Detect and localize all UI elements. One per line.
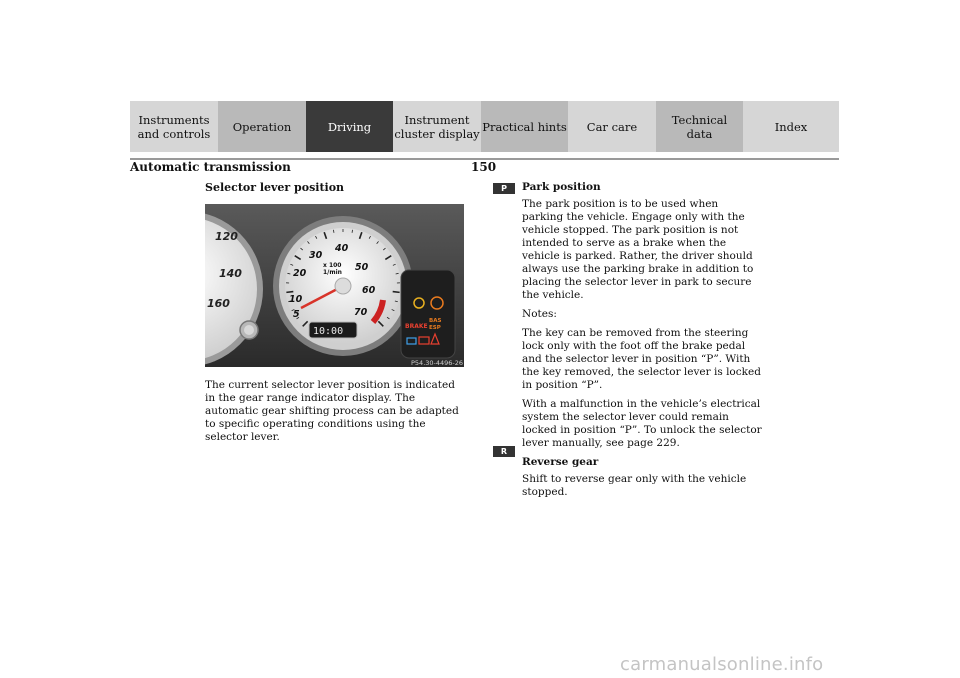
trip-reset-knob-center [244,325,254,335]
tach-unit-bottom: 1/min [323,269,342,276]
speedo-label-140: 140 [219,267,242,280]
tach-label-10: 10 [289,294,303,305]
speedo-label-120: 120 [215,230,238,243]
tach-label-20: 20 [293,268,307,279]
brake-label: BRAKE [405,323,428,330]
park-description: The park position is to be used when par… [522,198,754,301]
page-number: 150 [471,160,497,174]
note-key-removal: The key can be removed from the steering… [522,327,761,391]
tach-label-50: 50 [355,262,369,273]
reverse-description: Shift to reverse gear only with the vehi… [522,473,747,498]
tab-operation[interactable]: Operation [218,101,306,152]
note-malfunction: With a malfunction in the vehicle’s elec… [522,398,762,449]
tach-tick [392,290,400,294]
figure-code: P54.30-4496-26 [411,359,463,367]
tach-label-40: 40 [334,243,349,254]
tab-instruments-and-controls[interactable]: Instruments and controls [130,101,218,152]
selector-lever-description: The current selector lever position is i… [205,379,459,443]
reverse-marker: R [493,446,515,457]
selector-lever-heading: Selector lever position [205,181,345,194]
park-heading: Park position [522,181,601,193]
gear-descriptions: Park position The park position is to be… [522,181,762,505]
chapter-tabs: Instruments and controls Operation Drivi… [130,101,839,152]
tach-label-5: 5 [293,309,300,320]
tach-unit-top: x 100 [323,262,341,269]
tab-practical-hints[interactable]: Practical hints [481,101,568,152]
park-marker: P [493,183,515,194]
tach-tick [286,290,294,294]
tab-car-care[interactable]: Car care [568,101,656,152]
odometer-value: 10:00 [313,326,343,337]
tab-technical-data[interactable]: Technical data [656,101,743,152]
esp-label: ESP [429,325,441,331]
tab-instrument-cluster-display[interactable]: Instrument cluster display [393,101,481,152]
section-title: Automatic transmission [130,160,291,174]
tach-tick [351,229,353,233]
instrument-cluster-figure: 120 140 160 5 10 20 30 40 50 60 70 x 100… [205,204,464,367]
tach-label-30: 30 [309,250,323,261]
notes-label: Notes: [522,308,557,320]
tab-driving[interactable]: Driving [306,101,393,152]
warning-lamp-panel [400,269,456,359]
tach-tick [333,229,335,233]
needle-hub [334,277,352,295]
bas-label: BAS [429,318,441,324]
watermark: carmanualsonline.info [620,654,824,675]
tach-label-60: 60 [362,285,376,296]
tab-index[interactable]: Index [743,101,839,152]
reverse-heading: Reverse gear [522,456,599,468]
tach-label-70: 70 [354,307,368,318]
speedo-label-160: 160 [207,297,230,310]
